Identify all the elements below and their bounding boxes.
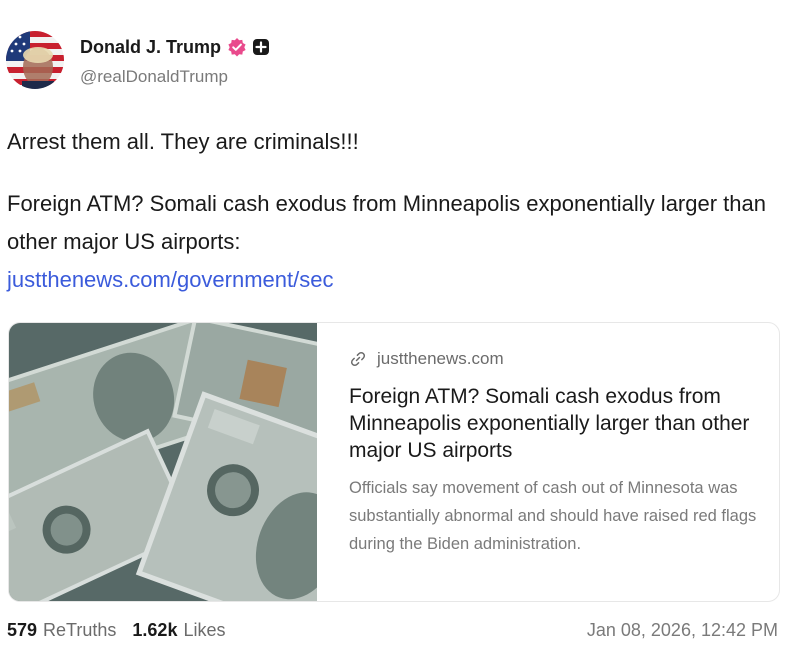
link-card-domain: justthenews.com <box>377 349 504 368</box>
post-header: Donald J. Trump @realDonaldTrump <box>6 29 270 91</box>
money-image <box>9 323 317 601</box>
author-name-row: Donald J. Trump <box>80 33 270 61</box>
link-card-body: justthenews.com Foreign ATM? Somali cash… <box>349 347 759 558</box>
link-icon <box>350 351 366 367</box>
link-card-image[interactable] <box>9 323 317 601</box>
verified-badge-icon <box>228 38 246 57</box>
post-footer: 579 ReTruths 1.62k Likes Jan 08, 2026, 12:… <box>7 617 778 643</box>
link-card-description: Officials say movement of cash out of Mi… <box>349 479 757 553</box>
link-preview-card[interactable]: justthenews.com Foreign ATM? Somali cash… <box>8 322 780 602</box>
author-handle[interactable]: @realDonaldTrump <box>80 67 270 87</box>
post-line-2: Foreign ATM? Somali cash exodus from Min… <box>7 191 766 254</box>
link-card-title[interactable]: Foreign ATM? Somali cash exodus from Min… <box>349 383 759 464</box>
likes-stat[interactable]: 1.62k Likes <box>132 620 225 641</box>
retruths-count: 579 <box>7 619 38 640</box>
likes-label: Likes <box>183 619 226 640</box>
retruths-label: ReTruths <box>43 619 117 640</box>
author-display-name[interactable]: Donald J. Trump <box>80 37 221 58</box>
likes-count: 1.62k <box>132 619 178 640</box>
link-card-domain-row: justthenews.com <box>349 347 759 371</box>
avatar-flag-portrait <box>6 31 64 89</box>
retruths-stat[interactable]: 579 ReTruths <box>7 620 116 641</box>
post-body: Arrest them all. They are criminals!!! F… <box>7 123 787 299</box>
avatar[interactable] <box>6 31 64 89</box>
plus-badge-icon <box>253 39 270 55</box>
post-line-1: Arrest them all. They are criminals!!! <box>7 129 359 154</box>
post-timestamp[interactable]: Jan 08, 2026, 12:42 PM <box>587 620 778 641</box>
post-link[interactable]: justthenews.com/government/sec <box>7 267 334 292</box>
author-info: Donald J. Trump @realDonaldTrump <box>80 33 270 87</box>
